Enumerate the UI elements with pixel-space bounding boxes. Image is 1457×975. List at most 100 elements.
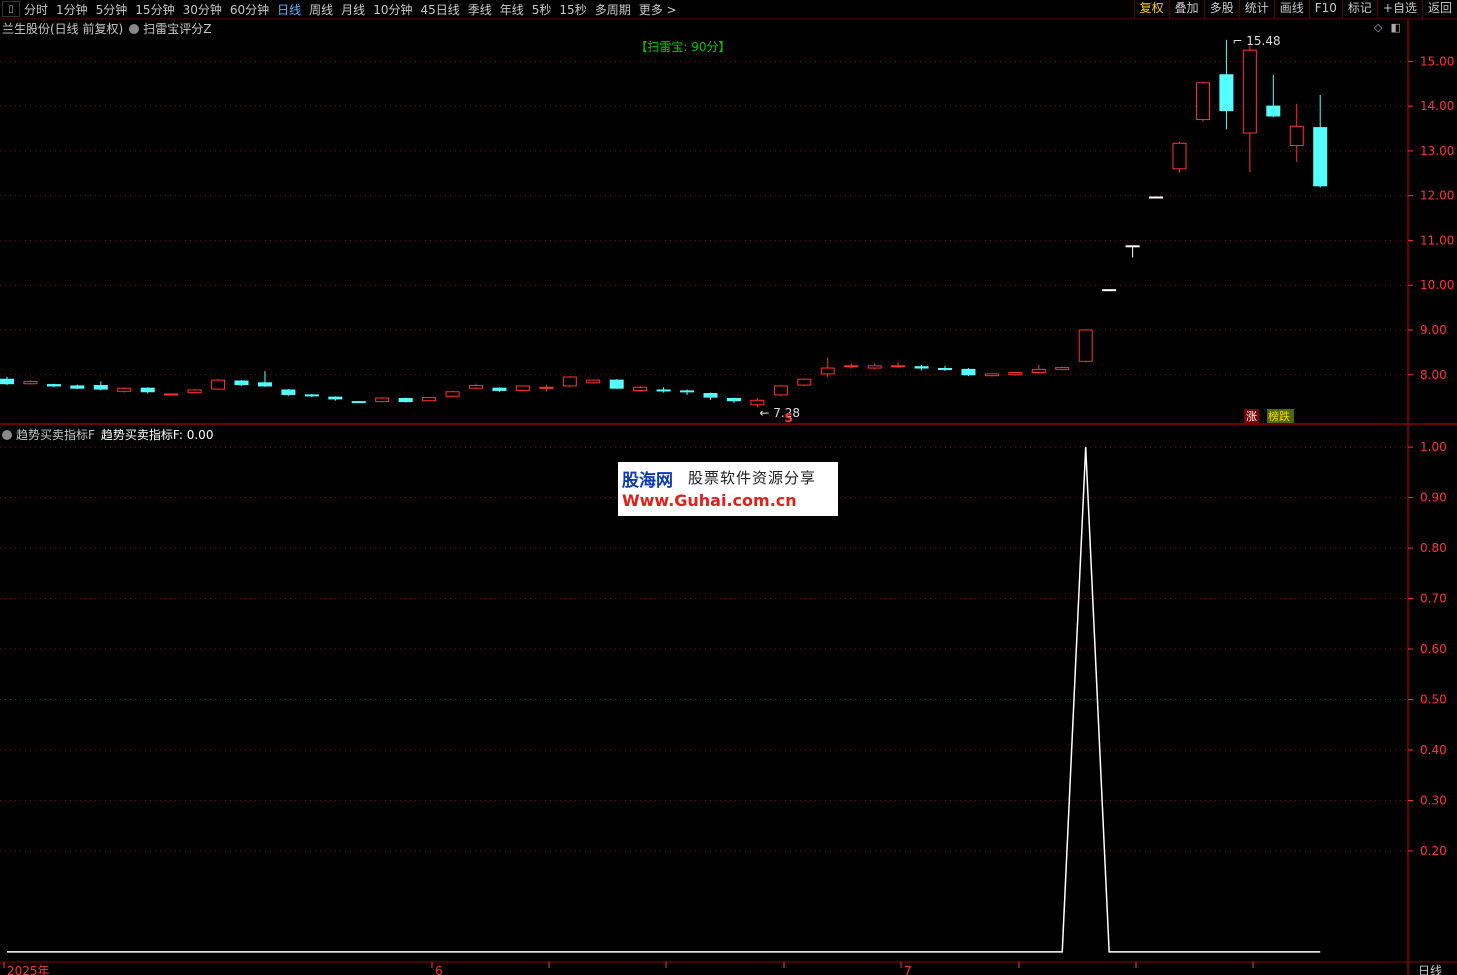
candle-body: [304, 394, 319, 397]
y-tick-label: 11.00: [1420, 233, 1454, 247]
toolbar-button-1[interactable]: 叠加: [1168, 0, 1204, 18]
candle-body: [0, 378, 14, 385]
period-label: 日线: [1418, 964, 1442, 975]
tab-period-10[interactable]: 45日线: [420, 1, 459, 18]
window-icon[interactable]: ◧: [1390, 21, 1400, 34]
tab-period-13[interactable]: 5秒: [532, 1, 552, 18]
candle-body: [961, 368, 976, 376]
candle-body: [351, 401, 366, 404]
period-tabs: ▯ 分时 1分钟 5分钟 15分钟 30分钟 60分钟 日线 周线 月线 10分钟 45日线 季线 年线…: [0, 0, 685, 18]
candle-body: [422, 397, 437, 402]
tab-period-16[interactable]: 更多 >: [639, 1, 677, 18]
toolbar-button-7[interactable]: +自选: [1376, 0, 1422, 18]
candle-body: [164, 393, 179, 396]
tab-period-14[interactable]: 15秒: [559, 1, 586, 18]
candle-body: [867, 365, 882, 369]
candle-body: [445, 391, 460, 397]
tag-fall: 榜跌: [1268, 409, 1290, 423]
candle-body: [1008, 372, 1023, 376]
toolbar-button-8[interactable]: 返回: [1421, 0, 1457, 18]
tab-period-0[interactable]: 分时: [24, 1, 48, 18]
candle-body: [469, 384, 483, 389]
tab-period-3[interactable]: 15分钟: [135, 1, 174, 18]
top-toolbar: ▯ 分时 1分钟 5分钟 15分钟 30分钟 60分钟 日线 周线 月线 10分钟 45日线 季线 年线…: [0, 0, 1457, 19]
toolbar-button-2[interactable]: 多股: [1203, 0, 1239, 18]
candle-body: [328, 396, 343, 400]
stock-title: 兰生股份(日线 前复权): [2, 22, 124, 36]
candle-body: [140, 387, 155, 393]
candle-body: [1195, 82, 1210, 121]
sub-indicator-value: 趋势买卖指标F: 0.00: [100, 428, 214, 442]
candle-body: [492, 387, 507, 391]
candle-body: [211, 379, 226, 390]
watermark-url: Www.Guhai.com.cn: [622, 491, 797, 510]
main-indicator-name[interactable]: 扫雷宝评分Z: [143, 20, 211, 37]
tab-period-7[interactable]: 周线: [309, 1, 333, 18]
toolbar-button-6[interactable]: 标记: [1341, 0, 1377, 18]
candle-body: [609, 379, 624, 389]
tab-period-5[interactable]: 60分钟: [230, 1, 269, 18]
candle-body: [1313, 127, 1328, 187]
menu-icon[interactable]: ▯: [2, 1, 20, 17]
candle-body: [23, 380, 38, 385]
tab-period-9[interactable]: 10分钟: [373, 1, 412, 18]
y-tick-label: 0.30: [1420, 793, 1447, 807]
candle-body: [1078, 329, 1093, 362]
high-price-marker: ⌐ 15.48: [1232, 34, 1280, 48]
candle-body: [1149, 196, 1164, 199]
toolbar-button-0[interactable]: 复权: [1133, 0, 1169, 18]
toolbar-button-5[interactable]: F10: [1308, 0, 1342, 18]
candle-body: [1102, 289, 1117, 292]
candle-body: [938, 367, 952, 370]
tab-period-2[interactable]: 5分钟: [96, 1, 128, 18]
candle-body: [234, 380, 249, 386]
y-tick-label: 0.80: [1420, 541, 1447, 555]
candle-body: [257, 382, 272, 387]
main-panel-header: 兰生股份(日线 前复权) 扫雷宝评分Z: [2, 20, 211, 37]
candle-body: [1055, 367, 1070, 370]
candle-body: [1242, 49, 1257, 134]
y-tick-label: 0.50: [1420, 693, 1447, 707]
tab-period-6[interactable]: 日线: [277, 1, 301, 18]
candle-body: [1172, 142, 1187, 170]
tab-period-15[interactable]: 多周期: [595, 1, 631, 18]
dropdown-icon[interactable]: [2, 429, 12, 440]
candle-body: [1219, 74, 1234, 112]
candle-body: [797, 378, 812, 386]
y-tick-label: 8.00: [1420, 368, 1447, 382]
x-tick-label: 7: [904, 964, 912, 975]
candle-body: [1031, 368, 1046, 374]
toolbar-button-3[interactable]: 统计: [1238, 0, 1274, 18]
y-tick-label: 0.60: [1420, 642, 1447, 656]
x-tick-label: 6: [435, 964, 443, 975]
score-label: 【扫雷宝: 90分】: [635, 40, 730, 54]
x-tick-label: 2025年: [7, 964, 50, 975]
candle-body: [703, 393, 718, 398]
tab-period-12[interactable]: 年线: [500, 1, 524, 18]
sub-indicator-name[interactable]: 趋势买卖指标F: [16, 426, 95, 443]
diamond-icon[interactable]: ◇: [1374, 21, 1382, 34]
y-tick-label: 13.00: [1420, 144, 1454, 158]
candle-body: [1125, 245, 1140, 248]
candle-body: [633, 386, 648, 391]
candle-body: [539, 386, 554, 389]
dropdown-icon[interactable]: [129, 23, 140, 34]
candle-body: [281, 389, 296, 395]
candle-body: [515, 385, 530, 391]
tab-period-8[interactable]: 月线: [341, 1, 365, 18]
candle-body: [726, 397, 741, 402]
y-tick-label: 0.70: [1420, 592, 1447, 606]
candle-body: [562, 376, 577, 387]
candle-body: [70, 385, 85, 389]
candle-body: [117, 387, 132, 392]
candle-body: [46, 384, 61, 387]
right-toolbar: 复权 叠加 多股 统计 画线 F10 标记 +自选 返回: [1133, 0, 1457, 18]
toolbar-button-4[interactable]: 画线: [1273, 0, 1309, 18]
y-tick-label: 14.00: [1420, 99, 1454, 113]
tab-period-11[interactable]: 季线: [468, 1, 492, 18]
candle-body: [914, 366, 929, 369]
candle-body: [1289, 125, 1304, 147]
tab-period-1[interactable]: 1分钟: [56, 1, 88, 18]
candle-body: [586, 379, 601, 384]
tab-period-4[interactable]: 30分钟: [183, 1, 222, 18]
